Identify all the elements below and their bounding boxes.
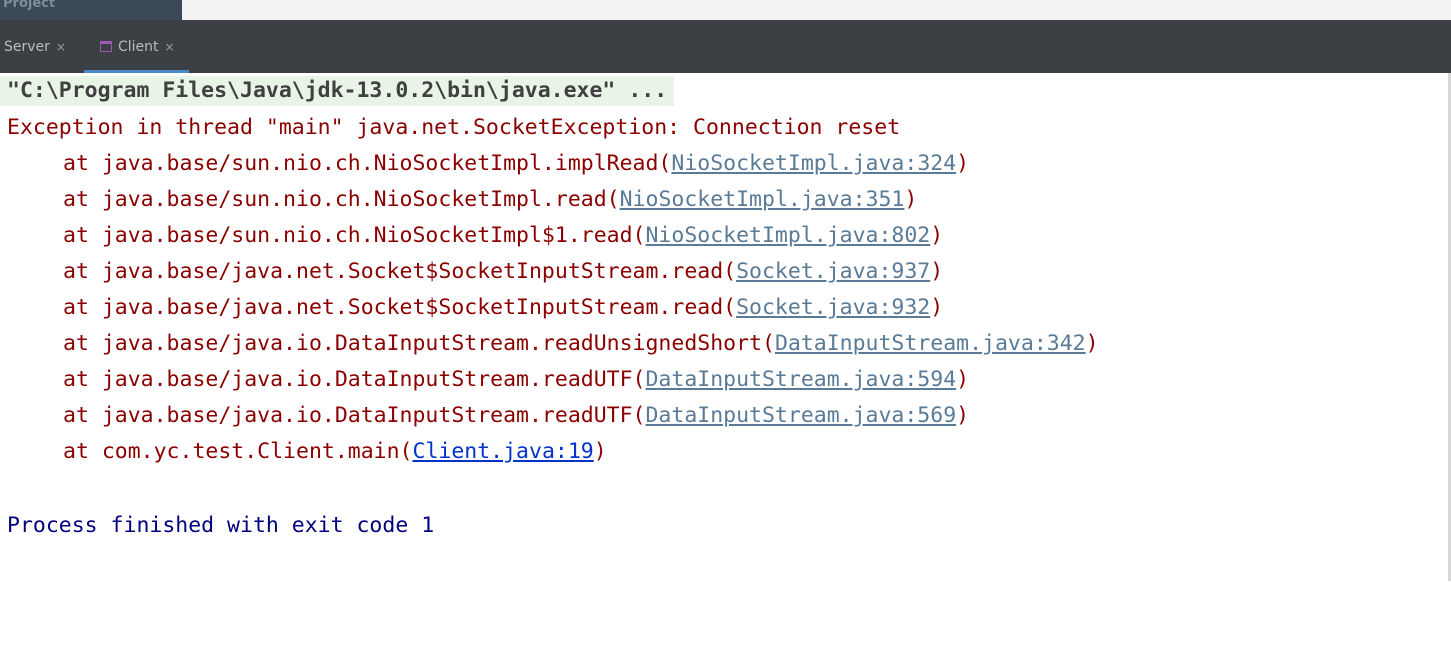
- run-tab-bar: Server × Client ×: [0, 20, 1451, 73]
- source-link[interactable]: NioSocketImpl.java:324: [671, 151, 956, 176]
- window-icon: [100, 41, 112, 52]
- source-link[interactable]: Socket.java:937: [736, 259, 930, 284]
- stack-frame-text: at java.base/java.net.Socket$SocketInput…: [63, 259, 737, 284]
- stack-frame-close: ): [956, 151, 970, 176]
- tab-server-label: Server: [4, 38, 50, 55]
- tab-client-label: Client: [118, 38, 159, 55]
- source-link[interactable]: NioSocketImpl.java:351: [620, 187, 905, 212]
- project-tool-label: Project: [3, 0, 56, 11]
- exception-line: Exception in thread "main" java.net.Sock…: [7, 115, 901, 140]
- stack-frame-close: ): [930, 259, 944, 284]
- stack-trace-line: at java.base/sun.nio.ch.NioSocketImpl$1.…: [63, 221, 943, 251]
- stack-frame-text: at java.base/sun.nio.ch.NioSocketImpl$1.…: [63, 223, 646, 248]
- stack-trace-line: at com.yc.test.Client.main(Client.java:1…: [63, 437, 607, 467]
- project-tool-tab[interactable]: Project: [0, 0, 182, 20]
- stack-trace-line: at java.base/java.net.Socket$SocketInput…: [63, 293, 943, 323]
- console-output[interactable]: "C:\Program Files\Java\jdk-13.0.2\bin\ja…: [0, 73, 1451, 581]
- source-link[interactable]: DataInputStream.java:594: [645, 367, 956, 392]
- stack-frame-close: ): [1085, 331, 1099, 356]
- stack-frame-text: at java.base/sun.nio.ch.NioSocketImpl.im…: [63, 151, 672, 176]
- source-link[interactable]: DataInputStream.java:569: [645, 403, 956, 428]
- stack-frame-text: at java.base/java.net.Socket$SocketInput…: [63, 295, 737, 320]
- stack-frame-close: ): [930, 223, 944, 248]
- stack-frame-text: at java.base/java.io.DataInputStream.rea…: [63, 367, 646, 392]
- stack-trace-line: at java.base/java.net.Socket$SocketInput…: [63, 257, 943, 287]
- tab-client-close-icon[interactable]: ×: [165, 40, 175, 54]
- stack-frame-text: at java.base/sun.nio.ch.NioSocketImpl.re…: [63, 187, 620, 212]
- stack-frame-close: ): [593, 439, 607, 464]
- source-link[interactable]: NioSocketImpl.java:802: [645, 223, 930, 248]
- tab-client[interactable]: Client ×: [84, 20, 189, 73]
- stack-trace-line: at java.base/java.io.DataInputStream.rea…: [63, 401, 969, 431]
- top-strip: [0, 0, 1451, 20]
- source-link[interactable]: Socket.java:932: [736, 295, 930, 320]
- source-link-user[interactable]: Client.java:19: [413, 439, 594, 464]
- stack-frame-text: at java.base/java.io.DataInputStream.rea…: [63, 403, 646, 428]
- source-link[interactable]: DataInputStream.java:342: [775, 331, 1086, 356]
- stack-frame-close: ): [956, 367, 970, 392]
- stack-frame-text: at java.base/java.io.DataInputStream.rea…: [63, 331, 775, 356]
- tab-server[interactable]: Server ×: [4, 20, 66, 73]
- stack-trace-line: at java.base/java.io.DataInputStream.rea…: [63, 329, 1099, 359]
- stack-frame-close: ): [930, 295, 944, 320]
- stack-frame-text: at com.yc.test.Client.main(: [63, 439, 413, 464]
- stack-frame-close: ): [956, 403, 970, 428]
- stack-trace-line: at java.base/java.io.DataInputStream.rea…: [63, 365, 969, 395]
- tab-server-close-icon[interactable]: ×: [56, 40, 66, 54]
- stack-frame-close: ): [904, 187, 918, 212]
- exit-message: Process finished with exit code 1: [7, 513, 435, 538]
- stack-trace-line: at java.base/sun.nio.ch.NioSocketImpl.re…: [63, 185, 917, 215]
- command-line[interactable]: "C:\Program Files\Java\jdk-13.0.2\bin\ja…: [0, 76, 675, 106]
- stack-trace-line: at java.base/sun.nio.ch.NioSocketImpl.im…: [63, 149, 969, 179]
